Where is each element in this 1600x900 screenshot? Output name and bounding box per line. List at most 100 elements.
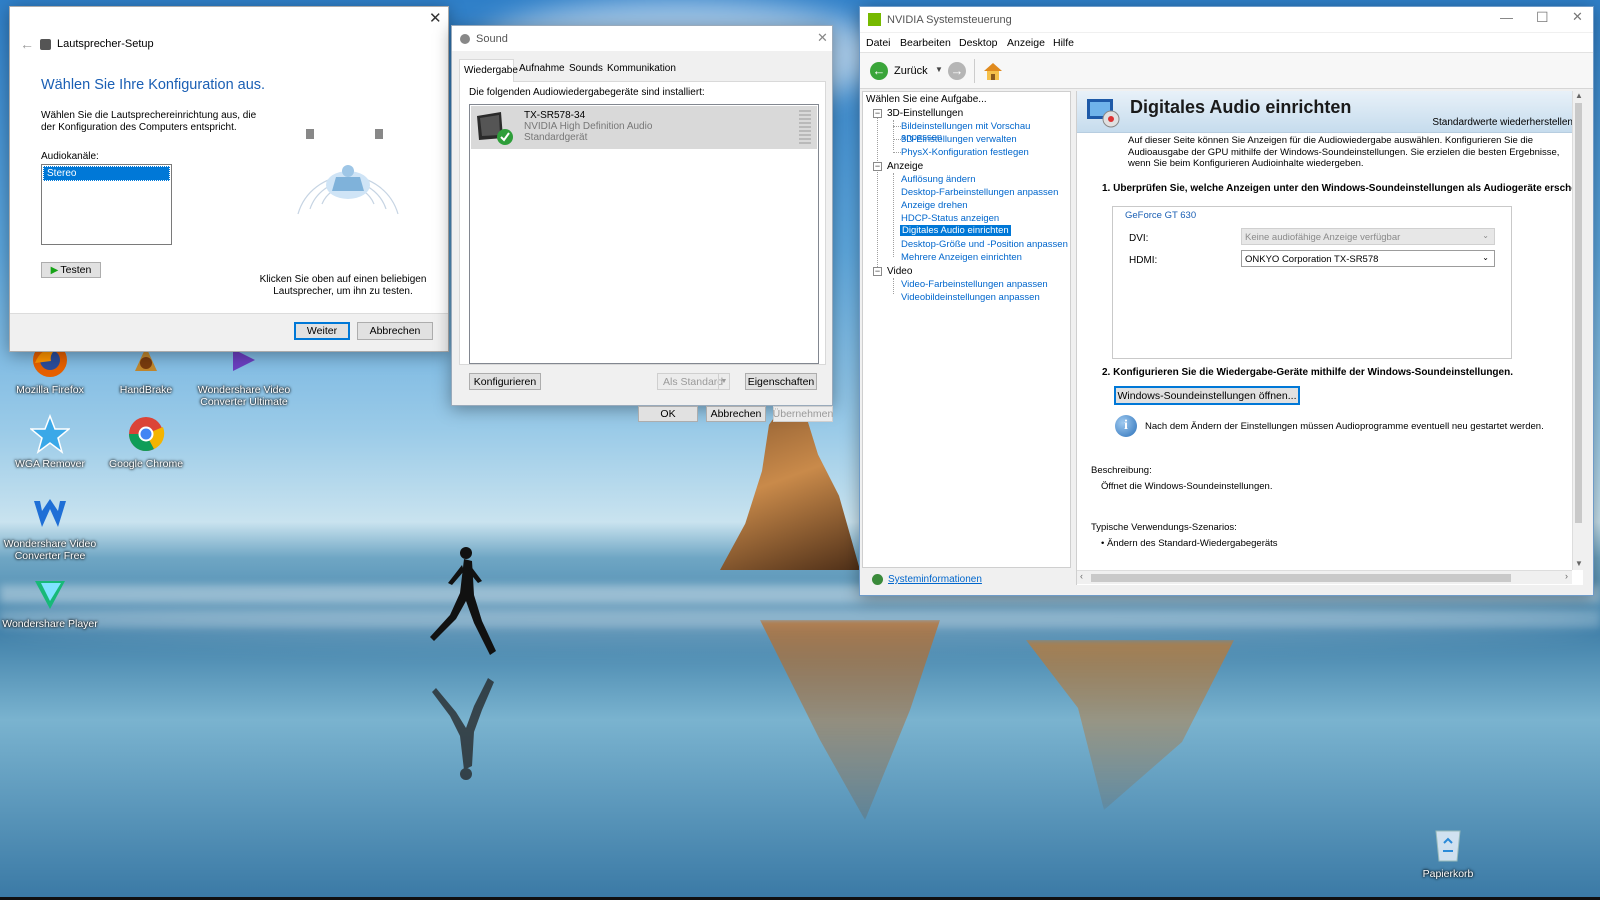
desktop-icon-chrome[interactable]: Google Chrome — [98, 412, 194, 470]
chevron-down-icon: ⌄ — [1482, 231, 1489, 240]
properties-button[interactable]: Eigenschaften — [745, 373, 817, 390]
dvi-label: DVI: — [1129, 233, 1149, 244]
tree-item-multiple-displays[interactable]: Mehrere Anzeigen einrichten — [901, 252, 1022, 263]
channels-listbox[interactable]: Stereo — [41, 164, 172, 245]
tree-category-3d[interactable]: 3D-Einstellungen — [887, 108, 963, 119]
collapse-icon[interactable]: − — [873, 109, 882, 118]
tab-playback[interactable]: Wiedergabe — [459, 59, 518, 82]
home-icon[interactable] — [982, 61, 1004, 81]
close-icon[interactable]: ✕ — [1572, 9, 1583, 25]
tree-item-rotate[interactable]: Anzeige drehen — [901, 200, 968, 211]
back-arrow-icon[interactable]: ← — [20, 36, 34, 52]
system-information-link[interactable]: Systeminformationen — [888, 574, 982, 585]
channel-option-stereo[interactable]: Stereo — [43, 166, 170, 181]
scroll-thumb[interactable] — [1575, 103, 1582, 523]
tree-item-video-image[interactable]: Videobildeinstellungen anpassen — [901, 292, 1040, 303]
desktop-icon-label: Wondershare Video Converter Ultimate — [197, 384, 291, 408]
play-icon: ▶ — [50, 264, 59, 276]
device-status: Standardgerät — [524, 132, 588, 143]
tab-recording[interactable]: Aufnahme — [519, 63, 565, 74]
usage-item: • Ändern des Standard-Wiedergabegeräts — [1101, 538, 1278, 549]
apply-button[interactable]: Übernehmen — [773, 406, 833, 422]
ok-button[interactable]: OK — [638, 406, 698, 422]
tree-connector — [893, 139, 901, 140]
desktop-icon-wga-remover[interactable]: WGA Remover — [2, 412, 98, 470]
back-label[interactable]: Zurück — [894, 65, 928, 77]
collapse-icon[interactable]: − — [873, 267, 882, 276]
collapse-icon[interactable]: − — [873, 162, 882, 171]
device-list[interactable]: TX-SR578-34 NVIDIA High Definition Audio… — [469, 104, 819, 364]
chevron-down-icon: ⌄ — [1482, 253, 1489, 262]
window-title: Sound — [476, 33, 508, 45]
scroll-left-icon[interactable]: ‹ — [1080, 571, 1083, 581]
minimize-icon[interactable]: — — [1500, 10, 1513, 25]
tree-category-display[interactable]: Anzeige — [887, 161, 923, 172]
menu-display[interactable]: Anzeige — [1007, 37, 1045, 49]
gpu-groupbox: GeForce GT 630 DVI: Keine audiofähige An… — [1112, 206, 1512, 359]
close-icon[interactable]: ✕ — [817, 30, 828, 46]
scroll-thumb[interactable] — [1091, 574, 1511, 582]
info-icon: i — [1115, 415, 1137, 437]
configure-button[interactable]: Konfigurieren — [469, 373, 541, 390]
back-arrow-icon[interactable]: ← — [870, 62, 888, 80]
test-button[interactable]: ▶ Testen — [41, 262, 101, 278]
tree-connector — [893, 278, 894, 294]
tree-item-desktop-color[interactable]: Desktop-Farbeinstellungen anpassen — [901, 187, 1058, 198]
desktop-icon-label: HandBrake — [119, 384, 173, 396]
scroll-up-icon[interactable]: ▲ — [1575, 91, 1583, 100]
tree-item-hdcp[interactable]: HDCP-Status anzeigen — [901, 213, 999, 224]
usage-label: Typische Verwendungs-Szenarios: — [1091, 522, 1237, 533]
desktop-icon-wondershare-player[interactable]: Wondershare Player — [2, 572, 98, 630]
task-label: Wählen Sie eine Aufgabe... — [866, 94, 987, 105]
runner-silhouette — [430, 547, 496, 655]
next-button[interactable]: Weiter — [294, 322, 350, 340]
tree-item-manage-3d[interactable]: 3D-Einstellungen verwalten — [901, 134, 1017, 145]
desktop-icon-label: WGA Remover — [14, 458, 85, 470]
set-default-button[interactable]: Als Standard ▼ — [657, 373, 730, 390]
menu-edit[interactable]: Bearbeiten — [900, 37, 951, 49]
close-icon[interactable]: ✕ — [429, 9, 442, 27]
hdmi-select[interactable]: ONKYO Corporation TX-SR578 ⌄ — [1241, 250, 1495, 267]
installed-label: Die folgenden Audiowiedergabegeräte sind… — [469, 87, 705, 98]
menu-file[interactable]: Datei — [866, 37, 891, 49]
tree-connector — [893, 173, 894, 257]
tree-item-video-color[interactable]: Video-Farbeinstellungen anpassen — [901, 279, 1048, 290]
chevron-down-icon[interactable]: ▼ — [718, 374, 729, 389]
device-row[interactable]: TX-SR578-34 NVIDIA High Definition Audio… — [471, 106, 817, 149]
desktop-icon-label: Papierkorb — [1422, 868, 1474, 880]
menu-desktop[interactable]: Desktop — [959, 37, 998, 49]
restore-defaults-link[interactable]: Standardwerte wiederherstellen — [1432, 117, 1573, 128]
sound-app-icon — [460, 34, 470, 44]
desktop-icon-label: Wondershare Video Converter Free — [3, 538, 97, 562]
wondershare-free-icon — [28, 492, 72, 536]
intro-text: Auf dieser Seite können Sie Anzeigen für… — [1128, 135, 1560, 169]
chevron-down-icon[interactable]: ▼ — [935, 65, 943, 74]
tree-item-resolution[interactable]: Auflösung ändern — [901, 174, 975, 185]
rock-formation — [720, 405, 860, 570]
maximize-icon[interactable]: ☐ — [1536, 9, 1549, 26]
tree-connector — [893, 152, 901, 153]
horizontal-scrollbar[interactable]: ‹ › — [1077, 570, 1572, 584]
tree-item-desktop-size[interactable]: Desktop-Größe und -Position anpassen — [901, 239, 1068, 250]
speaker-diagram[interactable] — [278, 119, 418, 234]
test-button-label: Testen — [60, 264, 92, 276]
volume-meter — [799, 110, 811, 145]
tree-item-digital-audio[interactable]: Digitales Audio einrichten — [900, 225, 1011, 236]
tree-item-physx[interactable]: PhysX-Konfiguration festlegen — [901, 147, 1029, 158]
menu-help[interactable]: Hilfe — [1053, 37, 1074, 49]
open-windows-sound-button[interactable]: Windows-Soundeinstellungen öffnen... — [1114, 386, 1300, 405]
desktop-icon-label: Google Chrome — [108, 458, 184, 470]
tab-sounds[interactable]: Sounds — [569, 63, 603, 74]
dvi-select[interactable]: Keine audiofähige Anzeige verfügbar ⌄ — [1241, 228, 1495, 245]
scroll-down-icon[interactable]: ▼ — [1575, 559, 1583, 568]
desktop-icon-recycle-bin[interactable]: Papierkorb — [1400, 822, 1496, 880]
forward-arrow-icon[interactable]: → — [948, 62, 966, 80]
tree-category-video[interactable]: Video — [887, 266, 912, 277]
vertical-scrollbar[interactable]: ▲ ▼ — [1572, 91, 1584, 570]
toolbar: ← Zurück ▼ → — [860, 53, 1593, 89]
cancel-button[interactable]: Abbrechen — [357, 322, 433, 340]
desktop-icon-converter-free[interactable]: Wondershare Video Converter Free — [2, 492, 98, 562]
tab-communication[interactable]: Kommunikation — [607, 63, 676, 74]
scroll-right-icon[interactable]: › — [1565, 571, 1568, 581]
cancel-button[interactable]: Abbrechen — [706, 406, 766, 422]
